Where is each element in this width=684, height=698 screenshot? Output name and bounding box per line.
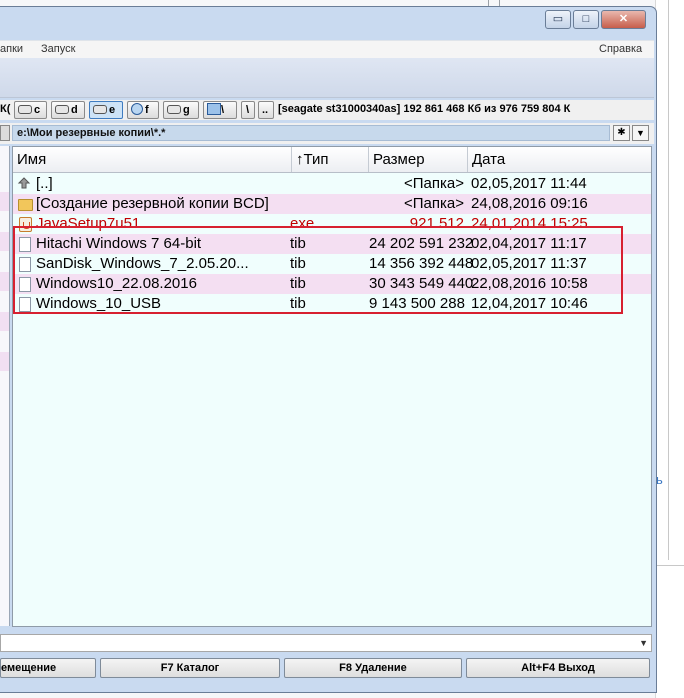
drive-icon <box>167 105 181 114</box>
file-date: 12,04,2017 10:46 <box>471 295 588 312</box>
table-row[interactable]: SanDisk_Windows_7_2.05.20... tib 14 356 39… <box>13 254 651 274</box>
left-panel-row <box>0 272 9 291</box>
file-date: 22,08,2016 10:58 <box>471 275 588 292</box>
title-bar[interactable]: ▭ □ ✕ <box>0 7 656 37</box>
f7-mkdir-button[interactable]: F7 Каталог <box>100 658 280 678</box>
file-name: Hitachi Windows 7 64-bit <box>36 235 202 252</box>
drive-icon <box>55 105 69 114</box>
file-icon <box>17 276 33 292</box>
minimize-button[interactable]: ▭ <box>545 10 571 29</box>
column-header-date[interactable]: Дата <box>468 147 651 172</box>
left-panel-row <box>0 352 9 371</box>
toolbar <box>0 58 654 98</box>
current-path[interactable]: e:\Мои резервные копии\*.* <box>12 125 610 141</box>
file-icon <box>17 236 33 252</box>
drive-g-button[interactable]: g <box>163 101 199 119</box>
column-header-size[interactable]: Размер <box>369 147 468 172</box>
file-type: tib <box>290 295 306 312</box>
table-row[interactable]: Hitachi Windows 7 64-bit tib 24 202 591 23… <box>13 234 651 254</box>
column-header-type[interactable]: ↑Тип <box>292 147 369 172</box>
file-type: tib <box>290 235 306 252</box>
menu-item-help[interactable]: Справка <box>599 43 642 55</box>
file-date: 24,01,2014 15:25 <box>471 215 588 232</box>
path-bar: e:\Мои резервные копии\*.* ✱ ▼ <box>0 123 654 144</box>
column-header-name[interactable]: Имя <box>13 147 292 172</box>
table-row[interactable]: Windows10_22.08.2016 tib 30 343 549 440 22,… <box>13 274 651 294</box>
drive-info: [seagate st31000340as] 192 861 468 Кб из… <box>278 103 571 115</box>
folder-icon <box>17 196 33 212</box>
background-window-edge <box>655 0 684 698</box>
file-size: <Папка> <box>404 175 464 192</box>
f6-move-button[interactable]: емещение <box>0 658 96 678</box>
file-manager-window: ▭ □ ✕ апки Запуск Справка К( c d e f g \… <box>0 6 657 693</box>
alt-f4-exit-button[interactable]: Alt+F4 Выход <box>466 658 650 678</box>
background-text-fragment: ь <box>656 472 663 487</box>
file-size: 921 512 <box>409 215 464 232</box>
network-drive-button[interactable]: \ <box>203 101 237 119</box>
file-size: 9 143 500 288 <box>369 295 465 312</box>
table-row[interactable]: [Создание резервной копии BCD] <Папка> 24,… <box>13 194 651 214</box>
network-icon <box>207 103 221 115</box>
file-date: 02,05,2017 11:44 <box>471 175 587 192</box>
file-type: tib <box>290 255 306 272</box>
up-icon <box>17 176 33 192</box>
file-date: 02,05,2017 11:37 <box>471 255 587 272</box>
file-size: 30 343 549 440 <box>369 275 474 292</box>
file-name: [..] <box>36 175 53 192</box>
file-type: exe <box>290 215 315 232</box>
file-name: SanDisk_Windows_7_2.05.20... <box>36 255 249 272</box>
f8-delete-button[interactable]: F8 Удаление <box>284 658 462 678</box>
file-type: tib <box>290 275 306 292</box>
cd-drive-icon <box>131 103 143 115</box>
java-icon <box>17 216 33 232</box>
menu-item-launch[interactable]: Запуск <box>41 43 75 55</box>
drive-e-button[interactable]: e <box>89 101 123 119</box>
file-date: 02,04,2017 11:17 <box>471 235 587 252</box>
drive-icon <box>18 105 32 114</box>
file-date: 24,08,2016 09:16 <box>471 195 588 212</box>
file-icon <box>17 256 33 272</box>
table-row[interactable]: JavaSetup7u51 exe 921 512 24,01,2014 15:25 <box>13 214 651 234</box>
root-button[interactable]: \ <box>241 101 255 119</box>
drive-icon <box>93 105 107 114</box>
close-button[interactable]: ✕ <box>601 10 646 29</box>
drive-c-button[interactable]: c <box>14 101 47 119</box>
drive-f-button[interactable]: f <box>127 101 159 119</box>
menu-bar: апки Запуск Справка <box>0 40 654 58</box>
file-name: Windows_10_USB <box>36 295 162 312</box>
file-size: <Папка> <box>404 195 464 212</box>
column-header: Имя ↑Тип Размер Дата <box>13 147 651 173</box>
file-name: Windows10_22.08.2016 <box>36 275 197 292</box>
left-panel-path[interactable] <box>0 125 10 141</box>
file-size: 14 356 392 448 <box>369 255 474 272</box>
parent-dir-button[interactable]: .. <box>258 101 274 119</box>
left-panel-row <box>0 312 9 331</box>
drive-d-button[interactable]: d <box>51 101 85 119</box>
drive-bar: К( c d e f g \ \ .. [seagate st31000340a… <box>0 100 654 120</box>
hotlist-dropdown-button[interactable]: ▼ <box>632 125 649 141</box>
background-line <box>655 565 684 566</box>
file-name: JavaSetup7u51 <box>36 215 141 232</box>
drive-bar-prefix: К( <box>0 103 11 115</box>
command-history-dropdown[interactable]: ▼ <box>639 638 648 648</box>
history-button[interactable]: ✱ <box>613 125 630 141</box>
left-panel-row <box>0 192 9 211</box>
right-file-panel[interactable]: Имя ↑Тип Размер Дата [..] <Папка> 02,05,20… <box>12 146 652 627</box>
left-file-panel[interactable] <box>0 146 10 626</box>
maximize-button[interactable]: □ <box>573 10 599 29</box>
left-panel-row <box>0 232 9 251</box>
background-line <box>668 0 669 560</box>
table-row[interactable]: [..] <Папка> 02,05,2017 11:44 <box>13 174 651 194</box>
file-size: 24 202 591 232 <box>369 235 474 252</box>
file-icon <box>17 296 33 312</box>
menu-item-folders[interactable]: апки <box>0 43 23 55</box>
table-row[interactable]: Windows_10_USB tib 9 143 500 288 12,04,2017… <box>13 294 651 314</box>
file-name: [Создание резервной копии BCD] <box>36 195 269 212</box>
function-key-bar: емещение F7 Каталог F8 Удаление Alt+F4 В… <box>0 658 654 680</box>
command-line-input[interactable]: ▼ <box>0 634 652 652</box>
